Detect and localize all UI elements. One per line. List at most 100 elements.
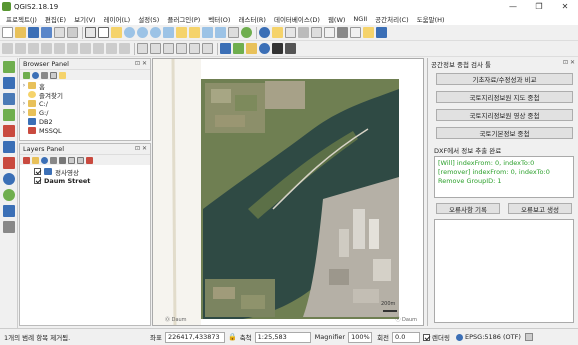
add-mssql-layer-icon[interactable] <box>3 125 15 137</box>
scale-select[interactable]: 1:25,583 <box>254 331 311 343</box>
menu-ngii[interactable]: NGII <box>349 15 371 23</box>
refresh-icon[interactable] <box>241 27 252 38</box>
menu-help[interactable]: 도움말(H) <box>413 14 449 24</box>
add-selected-icon[interactable] <box>23 71 30 79</box>
tree-item-db2[interactable]: DB2 <box>20 117 150 126</box>
label-icon[interactable] <box>137 43 148 54</box>
node-tool-icon[interactable] <box>67 43 78 54</box>
pan-icon[interactable] <box>85 27 96 38</box>
label-move-icon[interactable] <box>176 43 187 54</box>
menu-edit[interactable]: 편집(E) <box>41 14 70 24</box>
visibility-icon[interactable] <box>41 156 48 164</box>
zoom-to-layer-icon[interactable] <box>189 27 200 38</box>
expression-filter-icon[interactable] <box>59 156 66 164</box>
render-checkbox[interactable] <box>423 333 431 341</box>
minimize-button[interactable]: — <box>500 0 526 13</box>
ngii-image-overlay-button[interactable]: 국토지리정보원 영상 중첩 <box>436 109 573 121</box>
label-rotate-icon[interactable] <box>189 43 200 54</box>
map-canvas[interactable]: Ⓞ Daum ⓒ Daum 200m <box>152 58 424 326</box>
save-as-icon[interactable] <box>41 27 52 38</box>
zoom-full-icon[interactable] <box>163 27 174 38</box>
menu-plugins[interactable]: 플러그인(P) <box>163 14 204 24</box>
add-wcs-layer-icon[interactable] <box>3 205 15 217</box>
filter-icon[interactable] <box>41 71 48 79</box>
label-change-icon[interactable] <box>202 43 213 54</box>
current-edits-icon[interactable] <box>2 43 13 54</box>
add-wfs-layer-icon[interactable] <box>3 189 15 201</box>
tree-item-favorites[interactable]: 즐겨찾기 <box>20 90 150 100</box>
layer-item[interactable]: 정사영상 <box>20 167 150 177</box>
select-features-icon[interactable] <box>272 27 283 38</box>
layer-visibility-checkbox[interactable] <box>34 177 41 184</box>
add-oracle-layer-icon[interactable] <box>3 157 15 169</box>
crs-globe-icon[interactable] <box>456 333 463 341</box>
measure-icon[interactable] <box>298 27 309 38</box>
pan-to-selection-icon[interactable] <box>98 27 109 38</box>
magnifier-spinbox[interactable]: 100% <box>348 331 373 343</box>
copy-icon[interactable] <box>106 43 117 54</box>
add-db2-layer-icon[interactable] <box>3 141 15 153</box>
filter-legend-icon[interactable] <box>50 156 57 164</box>
ngii-plugin-2-icon[interactable] <box>285 43 296 54</box>
restore-button[interactable]: ❐ <box>526 0 552 13</box>
add-raster-layer-icon[interactable] <box>3 77 15 89</box>
move-feature-icon[interactable] <box>54 43 65 54</box>
menu-database[interactable]: 데이터베이스(D) <box>270 14 324 24</box>
touch-zoom-icon[interactable] <box>111 27 122 38</box>
menu-web[interactable]: 웹(W) <box>324 14 349 24</box>
refresh-icon[interactable] <box>32 71 39 79</box>
add-wms-layer-icon[interactable] <box>3 173 15 185</box>
menu-view[interactable]: 보기(V) <box>70 14 99 24</box>
properties-icon[interactable] <box>59 71 66 79</box>
menu-processing[interactable]: 공간처리(C) <box>371 14 413 24</box>
composer-manager-icon[interactable] <box>67 27 78 38</box>
new-map-view-icon[interactable] <box>228 27 239 38</box>
expand-all-icon[interactable] <box>68 156 75 164</box>
cut-icon[interactable] <box>93 43 104 54</box>
new-project-icon[interactable] <box>2 27 13 38</box>
panel-close-icon[interactable]: ⊡ ✕ <box>563 59 575 66</box>
zoom-actual-icon[interactable] <box>150 27 161 38</box>
panel-close-icon[interactable]: ⊡ ✕ <box>135 60 147 67</box>
python-console-icon[interactable] <box>220 43 231 54</box>
add-spatialite-layer-icon[interactable] <box>3 109 15 121</box>
messages-icon[interactable] <box>524 333 533 341</box>
ngii-plugin-icon[interactable] <box>272 43 283 54</box>
coordinate-field[interactable]: 226417,433873 <box>164 331 225 343</box>
add-group-icon[interactable] <box>32 156 39 164</box>
style-icon[interactable] <box>23 156 30 164</box>
plugin-tool-icon[interactable] <box>233 43 244 54</box>
menu-layer[interactable]: 레이어(L) <box>100 14 135 24</box>
field-calc-icon[interactable] <box>337 27 348 38</box>
menu-project[interactable]: 프로젝트(J) <box>2 14 41 24</box>
save-project-icon[interactable] <box>28 27 39 38</box>
sum-icon[interactable] <box>324 27 335 38</box>
zoom-to-selection-icon[interactable] <box>176 27 187 38</box>
tree-item-c-drive[interactable]: › C:/ <box>20 99 150 108</box>
add-delimited-text-icon[interactable] <box>3 221 15 233</box>
add-vector-layer-icon[interactable] <box>3 61 15 73</box>
label-pin-icon[interactable] <box>150 43 161 54</box>
expand-arrow-icon[interactable]: › <box>20 109 28 116</box>
panel-close-icon[interactable]: ⊡ ✕ <box>135 145 147 152</box>
menu-raster[interactable]: 래스터(R) <box>234 14 270 24</box>
toggle-editing-icon[interactable] <box>15 43 26 54</box>
close-button[interactable]: ✕ <box>552 0 578 13</box>
delete-selected-icon[interactable] <box>80 43 91 54</box>
zoom-next-icon[interactable] <box>215 27 226 38</box>
zoom-in-icon[interactable] <box>124 27 135 38</box>
save-edits-icon[interactable] <box>28 43 39 54</box>
lock-icon[interactable]: 🔒 <box>228 333 237 341</box>
identify-icon[interactable] <box>259 27 270 38</box>
print-composer-icon[interactable] <box>54 27 65 38</box>
remove-layer-icon[interactable] <box>86 156 93 164</box>
open-project-icon[interactable] <box>15 27 26 38</box>
paste-icon[interactable] <box>119 43 130 54</box>
record-errors-button[interactable]: 오류사항 기록 <box>436 203 500 214</box>
generate-error-report-button[interactable]: 오류보고 생성 <box>508 203 572 214</box>
add-postgis-layer-icon[interactable] <box>3 93 15 105</box>
text-annotation-icon[interactable] <box>350 27 361 38</box>
collapse-all-icon[interactable] <box>50 71 57 79</box>
annotation-icon[interactable] <box>311 27 322 38</box>
label-show-icon[interactable] <box>163 43 174 54</box>
